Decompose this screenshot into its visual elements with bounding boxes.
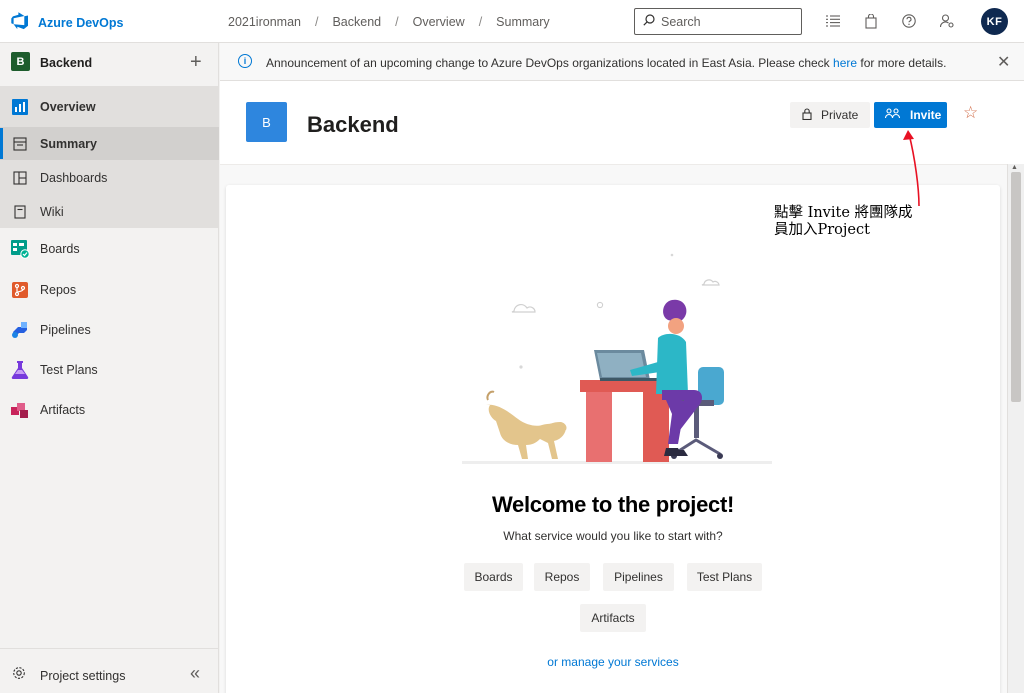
project-avatar: B <box>246 102 287 142</box>
welcome-illustration <box>462 240 772 465</box>
sidebar-item-label: Test Plans <box>40 363 98 377</box>
user-settings-icon[interactable] <box>938 12 956 30</box>
settings-list-icon[interactable] <box>824 12 842 30</box>
summary-icon <box>10 134 30 154</box>
sidebar-item-pipelines[interactable]: Pipelines <box>0 319 219 341</box>
breadcrumb-separator: / <box>314 15 319 29</box>
annotation-line: 員加入Project <box>774 222 870 238</box>
info-icon: i <box>238 54 252 68</box>
azure-devops-home-link[interactable]: Azure DevOps <box>11 12 123 33</box>
scroll-up-icon[interactable]: ▲ <box>1011 164 1018 171</box>
service-button-boards[interactable]: Boards <box>464 563 523 591</box>
annotation-arrow-icon <box>903 130 920 207</box>
announcement-text-part: Announcement of an upcoming change to Az… <box>266 56 834 70</box>
collapse-sidebar-icon[interactable]: « <box>190 663 200 684</box>
search-box[interactable]: Search <box>634 8 802 35</box>
service-button-pipelines[interactable]: Pipelines <box>603 563 674 591</box>
sidebar-item-label: Dashboards <box>40 171 108 185</box>
pipelines-icon <box>10 320 30 340</box>
gear-icon <box>12 666 26 683</box>
top-bar: Azure DevOps 2021ironman / Backend / Ove… <box>0 0 1024 43</box>
breadcrumb-item-summary[interactable]: Summary <box>496 15 549 29</box>
test-plans-icon <box>10 360 30 380</box>
sidebar-item-dashboards[interactable]: Dashboards <box>0 167 219 189</box>
sidebar: B Backend + Overview Summary Dashboards … <box>0 43 219 693</box>
welcome-title: Welcome to the project! <box>491 492 735 517</box>
add-icon[interactable]: + <box>190 51 202 74</box>
close-icon[interactable]: ✕ <box>997 52 1010 72</box>
sidebar-item-label: Pipelines <box>40 323 91 337</box>
welcome-card: Welcome to the project! What service wou… <box>226 185 1000 693</box>
announcement-link[interactable]: here <box>833 56 857 70</box>
invite-button[interactable]: Invite <box>874 102 947 128</box>
service-button-test-plans[interactable]: Test Plans <box>687 563 762 591</box>
sidebar-item-artifacts[interactable]: Artifacts <box>0 399 219 421</box>
sidebar-item-repos[interactable]: Repos <box>0 279 219 301</box>
favorite-star-icon[interactable]: ☆ <box>963 103 978 123</box>
invite-label: Invite <box>910 108 942 122</box>
wiki-icon <box>10 202 30 222</box>
boards-icon <box>10 239 30 259</box>
breadcrumb-separator: / <box>395 15 399 29</box>
repos-icon <box>10 280 30 300</box>
marketplace-bag-icon[interactable] <box>862 12 880 30</box>
dashboards-icon <box>10 168 30 188</box>
help-icon[interactable] <box>900 12 918 30</box>
artifacts-icon <box>10 400 30 420</box>
annotation-line: 點擊 Invite 將團隊成 <box>774 205 913 221</box>
announcement-text-part: for more details. <box>857 56 947 70</box>
breadcrumb-item-overview[interactable]: Overview <box>413 15 465 29</box>
project-badge: B <box>11 52 30 71</box>
breadcrumb-item-org[interactable]: 2021ironman <box>228 15 301 29</box>
announcement-banner: i Announcement of an upcoming change to … <box>220 43 1024 81</box>
project-name[interactable]: Backend <box>40 56 92 70</box>
top-icons <box>824 12 956 30</box>
announcement-text: Announcement of an upcoming change to Az… <box>266 56 946 70</box>
sidebar-item-wiki[interactable]: Wiki <box>0 201 219 223</box>
search-placeholder: Search <box>661 14 701 29</box>
private-label: Private <box>821 108 859 122</box>
private-button[interactable]: Private <box>790 102 870 128</box>
scroll-thumb[interactable] <box>1011 172 1021 402</box>
invite-people-icon <box>884 107 901 123</box>
app-name: Azure DevOps <box>38 15 124 30</box>
scrollbar[interactable]: ▲ <box>1007 164 1024 693</box>
sidebar-item-label: Wiki <box>40 205 64 219</box>
manage-services-link[interactable]: or manage your services <box>226 655 1000 669</box>
sidebar-item-label: Boards <box>40 242 80 256</box>
breadcrumb-separator: / <box>478 15 483 29</box>
service-button-repos[interactable]: Repos <box>534 563 590 591</box>
sidebar-item-label: Overview <box>40 100 96 114</box>
breadcrumb-item-project[interactable]: Backend <box>332 15 381 29</box>
instruction-annotation: 點擊 Invite 將團隊成 員加入Project <box>774 205 913 239</box>
breadcrumb: 2021ironman / Backend / Overview / Summa… <box>228 15 550 29</box>
lock-icon <box>802 107 812 123</box>
sidebar-footer: Project settings « <box>0 648 219 693</box>
sidebar-item-label: Repos <box>40 283 77 297</box>
sidebar-item-label: Summary <box>40 137 97 151</box>
sidebar-item-summary[interactable]: Summary <box>0 133 219 155</box>
user-avatar[interactable]: KF <box>981 8 1008 35</box>
sidebar-item-label: Artifacts <box>40 403 86 417</box>
search-icon <box>643 14 655 29</box>
project-settings-link[interactable]: Project settings <box>40 669 125 683</box>
azure-devops-logo-icon <box>11 12 29 33</box>
welcome-subtitle: What service would you like to start wit… <box>503 529 723 543</box>
sidebar-item-test-plans[interactable]: Test Plans <box>0 359 219 381</box>
page-title: Backend <box>307 112 399 137</box>
project-header: B Backend + <box>0 43 219 83</box>
service-button-artifacts[interactable]: Artifacts <box>580 604 646 632</box>
sidebar-item-overview[interactable]: Overview <box>0 96 219 118</box>
sidebar-item-boards[interactable]: Boards <box>0 238 219 260</box>
overview-icon <box>10 97 30 117</box>
content-area: Welcome to the project! What service wou… <box>220 164 1007 693</box>
